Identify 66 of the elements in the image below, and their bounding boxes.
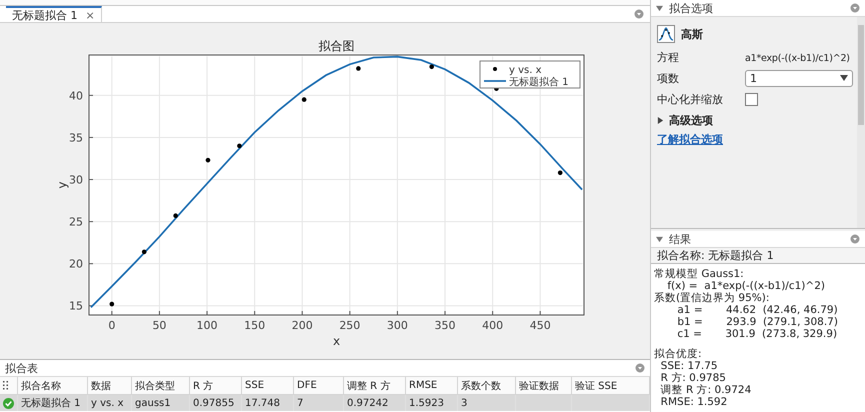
- y-tick-label: 40: [69, 89, 83, 102]
- x-tick-label: 150: [244, 319, 266, 332]
- table-cell: y vs. x: [88, 395, 132, 411]
- x-tick-label: 100: [196, 319, 218, 332]
- table-cell: 0.97242: [344, 395, 406, 411]
- advanced-options-toggle[interactable]: 高级选项: [657, 111, 853, 129]
- plot-title: 拟合图: [318, 39, 354, 53]
- table-cell: 7: [294, 395, 344, 411]
- result-line: b1 = 293.9 (279.1, 308.7): [676, 316, 839, 328]
- table-cell: gauss1: [132, 395, 190, 411]
- help-link[interactable]: 了解拟合选项: [657, 132, 723, 147]
- result-line: 调整 R 方: 0.9724: [660, 384, 752, 396]
- field-label: 中心化并缩放: [657, 92, 724, 106]
- result-line: a1 = 44.62 (42.46, 46.79): [676, 304, 839, 316]
- result-line: f(x) = a1*exp(-((x-b1)/c1)^2): [666, 280, 826, 292]
- panel-title: 拟合选项: [669, 0, 713, 16]
- result-line: 常规模型 Gauss1:: [654, 268, 745, 280]
- y-tick-label: 35: [69, 131, 83, 144]
- table-cell: 0.97855: [190, 395, 242, 411]
- document-tab[interactable]: 无标题拟合 1 ×: [6, 6, 102, 22]
- y-tick-label: 15: [69, 300, 83, 313]
- column-header[interactable]: 验证数据: [516, 377, 572, 395]
- result-line: c1 = 301.9 (273.8, 329.9): [676, 328, 838, 340]
- legend-label: 无标题拟合 1: [509, 77, 569, 88]
- column-header[interactable]: 调整 R 方: [344, 377, 406, 395]
- panel-title: 结果: [669, 232, 691, 246]
- terms-dropdown[interactable]: 1: [745, 70, 853, 86]
- table-cell: 无标题拟合 1: [18, 395, 88, 411]
- column-header[interactable]: DFE: [294, 377, 344, 395]
- legend-label: y vs. x: [509, 65, 542, 76]
- result-line: R 方: 0.9785: [660, 372, 727, 384]
- result-line: 拟合优度:: [654, 348, 703, 360]
- x-tick-label: 300: [386, 319, 408, 332]
- equation-text: a1*exp(-((x-b1)/c1)^2): [745, 52, 850, 64]
- x-tick-label: 200: [292, 319, 313, 332]
- x-tick-label: 350: [434, 319, 456, 332]
- field-label: 项数: [657, 70, 680, 86]
- x-tick-label: 0: [108, 319, 116, 332]
- x-tick-label: 450: [530, 319, 551, 332]
- fit-name-text: 拟合名称: 无标题拟合 1: [651, 248, 865, 264]
- column-header[interactable]: RMSE: [406, 377, 458, 395]
- panel-title: 拟合表: [5, 360, 38, 376]
- y-tick-label: 20: [69, 258, 83, 271]
- result-line: RMSE: 1.592: [660, 396, 728, 408]
- column-header[interactable]: 数据: [88, 377, 132, 395]
- x-tick-label: 400: [482, 319, 504, 332]
- close-icon[interactable]: ×: [86, 8, 95, 22]
- x-tick-label: 250: [339, 319, 360, 332]
- fit-type-label: 高斯: [681, 26, 703, 42]
- table-cell: 1.5923: [406, 395, 458, 411]
- column-header[interactable]: 验证 SSE: [572, 377, 650, 395]
- x-axis-label: x: [332, 334, 340, 348]
- column-header[interactable]: 拟合类型: [132, 377, 190, 395]
- table-cell: 3: [458, 395, 516, 411]
- column-header[interactable]: 系数个数: [458, 377, 516, 395]
- y-tick-label: 25: [69, 216, 83, 229]
- y-axis-label: y: [55, 181, 69, 189]
- column-header[interactable]: 拟合名称: [18, 377, 88, 395]
- column-header[interactable]: SSE: [242, 377, 294, 395]
- x-tick-label: 50: [152, 319, 166, 332]
- column-header[interactable]: R 方: [190, 377, 242, 395]
- y-tick-label: 30: [69, 174, 83, 187]
- table-cell: 17.748: [242, 395, 294, 411]
- field-label: 方程: [657, 50, 680, 64]
- result-line: SSE: 17.75: [660, 360, 719, 372]
- result-line: 系数(置信边界为 95%):: [654, 292, 770, 304]
